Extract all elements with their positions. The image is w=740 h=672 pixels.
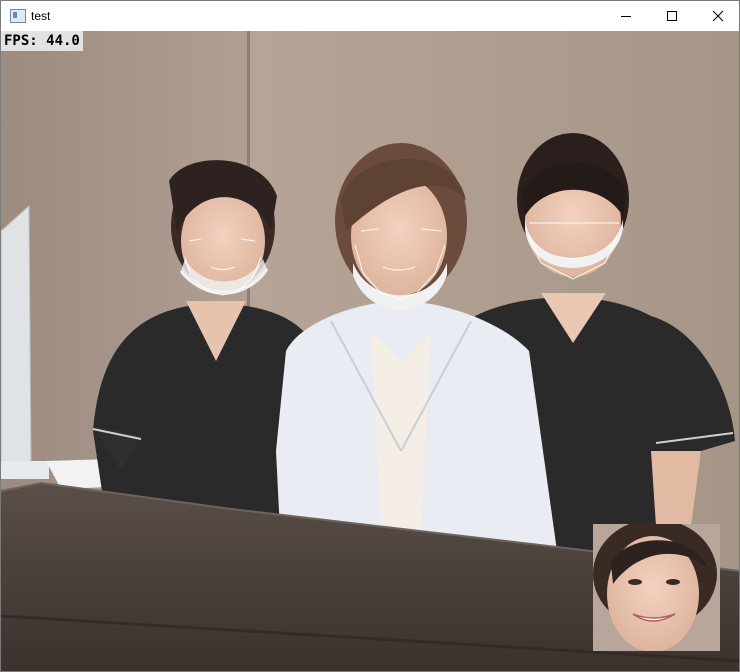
monitor [1, 204, 32, 472]
title-bar[interactable]: test [1, 1, 739, 31]
maximize-icon [667, 11, 677, 21]
detected-face-thumbnail [593, 524, 720, 651]
app-window: test FPS: 44.0 [0, 0, 740, 672]
keyboard [1, 461, 49, 479]
window-title: test [31, 9, 51, 23]
minimize-icon [621, 16, 631, 17]
close-icon [712, 10, 724, 22]
close-button[interactable] [695, 1, 739, 31]
minimize-button[interactable] [603, 1, 649, 31]
maximize-button[interactable] [649, 1, 695, 31]
video-frame: FPS: 44.0 [1, 31, 739, 671]
fps-counter: FPS: 44.0 [1, 31, 83, 51]
window-app-icon [10, 9, 26, 23]
